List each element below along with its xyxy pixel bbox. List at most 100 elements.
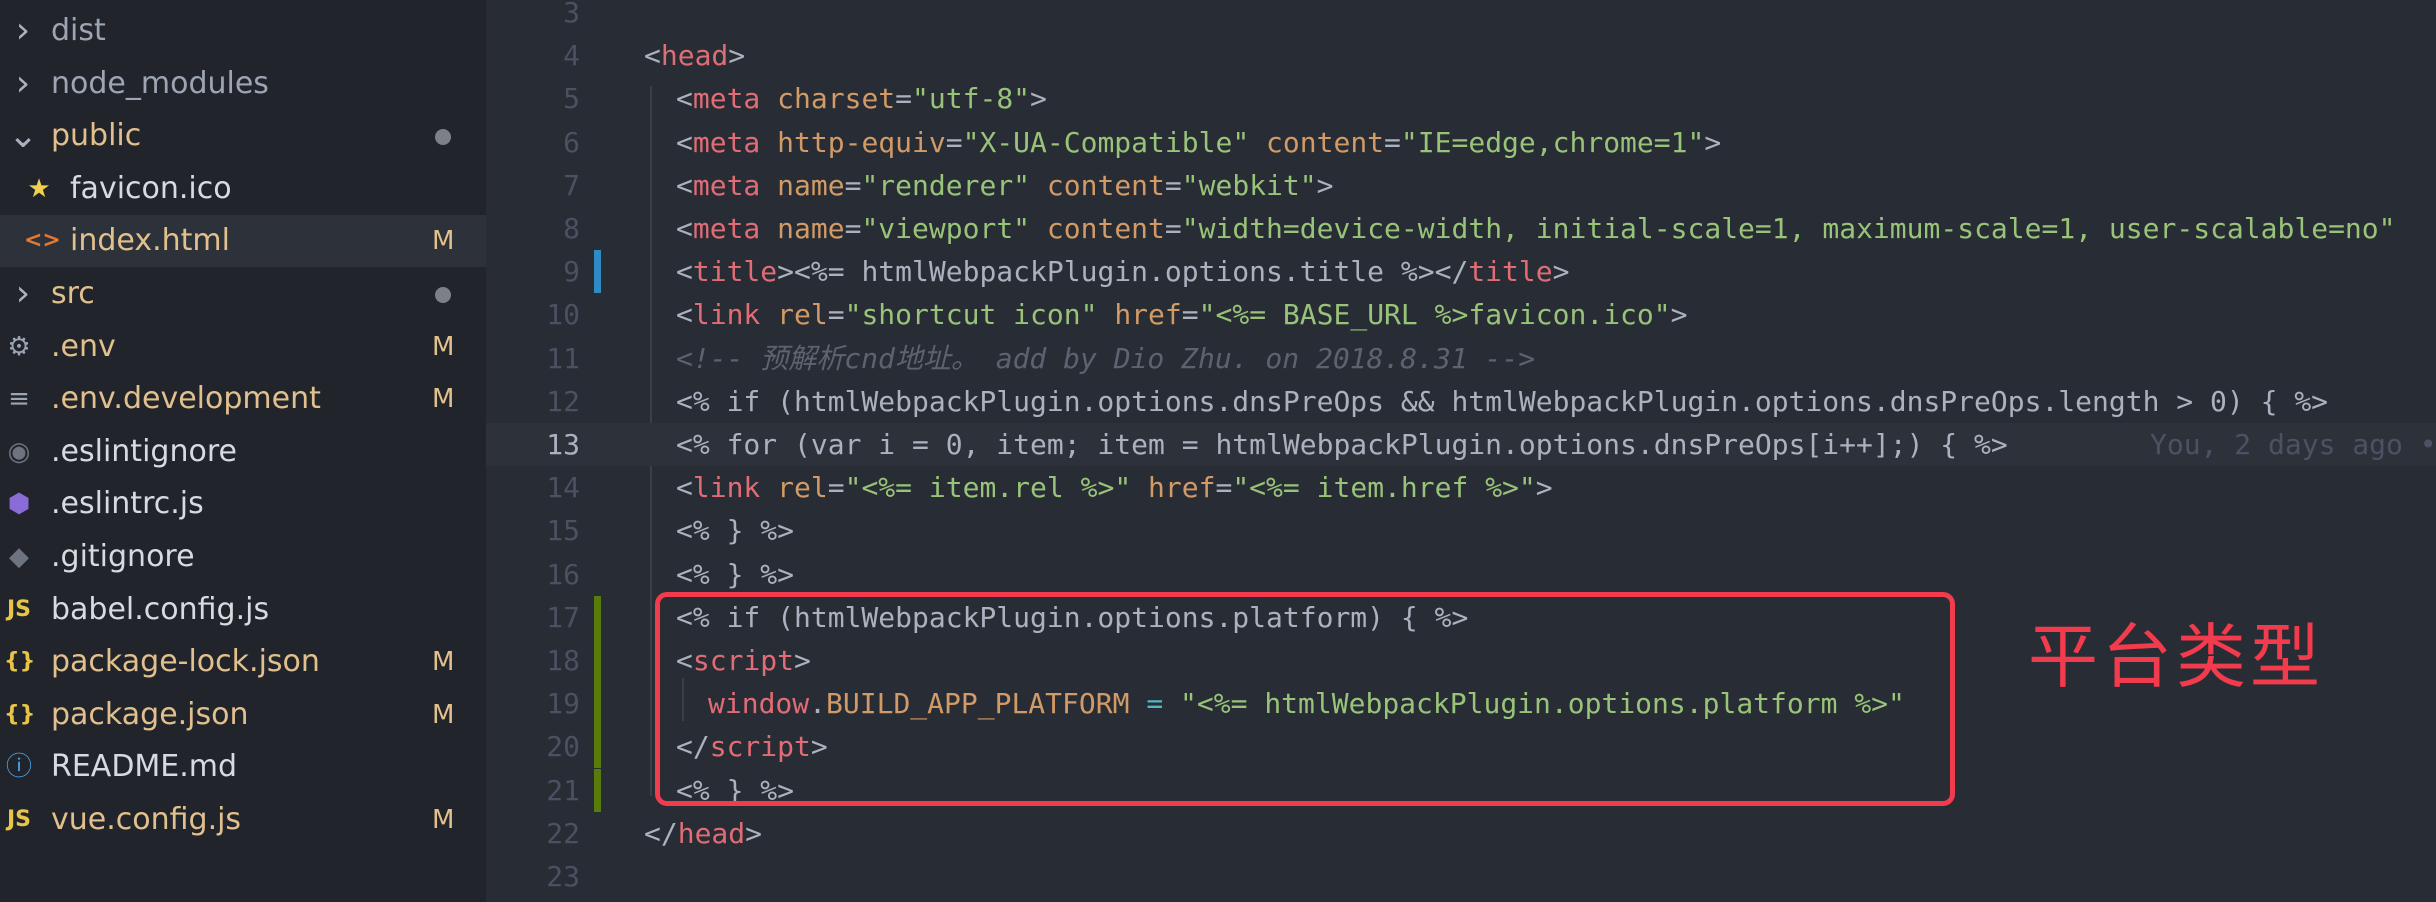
explorer-item-label: .eslintrc.js — [51, 486, 204, 522]
git-change-indicator[interactable] — [594, 725, 601, 769]
line-number: 11 — [546, 341, 580, 375]
code-line[interactable]: 8 <meta name="viewport" content="width=de… — [486, 207, 2436, 250]
code-token: "<%= item.href %>" — [1232, 471, 1536, 505]
code-token: = — [844, 212, 862, 245]
code-line[interactable]: 11 <!-- 预解析cnd地址。 add by Dio Zhu. on 2018… — [486, 337, 2436, 380]
line-number: 19 — [546, 687, 580, 721]
code-token: > — [745, 816, 763, 850]
code-line[interactable]: 22 </head> — [486, 812, 2436, 855]
code-token: </ — [644, 816, 678, 850]
explorer-folder[interactable]: › node_modules — [0, 58, 486, 110]
explorer-file[interactable]: ⚙ .env M — [0, 321, 486, 373]
code-line[interactable]: 7 <meta name="renderer" content="webkit"> — [486, 164, 2436, 207]
explorer-item-label: babel.config.js — [51, 591, 270, 627]
explorer-file[interactable]: JS babel.config.js — [0, 584, 486, 636]
code-line[interactable]: 4 <head> — [486, 34, 2436, 77]
code-token: > — [1535, 471, 1553, 505]
code-line[interactable]: 15 <% } %> — [486, 509, 2436, 552]
code-token: head — [660, 39, 729, 73]
explorer-file[interactable]: JS vue.config.js M — [0, 794, 486, 846]
git-change-indicator[interactable] — [594, 250, 601, 294]
line-number: 16 — [546, 557, 580, 591]
explorer-item-label: src — [51, 276, 95, 311]
git-modified-badge: M — [432, 699, 455, 730]
code-line[interactable]: 10 <link rel="shortcut icon" href="<%= BA… — [486, 293, 2436, 336]
explorer-file[interactable]: ⓘ README.md — [0, 741, 486, 793]
explorer-file[interactable]: ≡ .env.development M — [0, 373, 486, 425]
explorer-file[interactable]: ★ favicon.ico — [0, 163, 486, 215]
explorer-file[interactable]: ◉ .eslintignore — [0, 426, 486, 478]
annotation-label: 平台类型 — [2028, 616, 2324, 698]
git-icon: ◆ — [9, 542, 29, 572]
line-number: 17 — [546, 600, 580, 634]
code-line[interactable]: 3 — [486, 0, 2436, 34]
code-token: < — [676, 125, 693, 159]
line-number: 13 — [546, 428, 580, 461]
explorer-file[interactable]: ⬢ .eslintrc.js — [0, 478, 486, 530]
code-text: <% } %> — [676, 509, 794, 552]
code-token: < — [676, 298, 693, 332]
explorer-item-label: package.json — [51, 696, 249, 732]
line-number: 8 — [563, 212, 580, 245]
line-number: 20 — [546, 730, 580, 764]
code-token: name — [777, 168, 845, 202]
line-number: 9 — [563, 255, 580, 289]
json-icon: {} — [4, 701, 36, 727]
code-token: <% for (var i = 0, item; item = htmlWebp… — [676, 428, 2008, 461]
explorer-file[interactable]: <> index.html M — [0, 215, 486, 268]
code-token: </ — [1434, 255, 1469, 289]
code-token: = — [945, 125, 963, 159]
code-token: <% } %> — [676, 557, 795, 591]
line-number: 22 — [546, 816, 580, 850]
explorer-file[interactable]: ◆ .gitignore — [0, 531, 486, 583]
chevron-right-icon[interactable]: › — [8, 268, 38, 320]
code-line[interactable]: 23 — [486, 855, 2436, 898]
line-number: 3 — [563, 0, 580, 29]
explorer-folder[interactable]: ⌄ public — [0, 110, 486, 162]
code-token: rel — [777, 298, 828, 332]
chevron-right-icon[interactable]: › — [8, 5, 38, 57]
code-line[interactable]: 14 <link rel="<%= item.rel %>" href="<%= … — [486, 466, 2436, 509]
code-token: "renderer" — [861, 168, 1031, 202]
git-modified-badge: M — [432, 647, 455, 678]
code-text: <meta http-equiv="X-UA-Compatible" conte… — [676, 121, 1721, 164]
code-line[interactable]: 13 <% for (var i = 0, item; item = htmlWe… — [486, 423, 2436, 466]
git-change-indicator[interactable] — [594, 595, 601, 639]
code-token: <% } %> — [676, 514, 795, 548]
git-change-indicator[interactable] — [594, 682, 601, 726]
code-line[interactable]: 6 <meta http-equiv="X-UA-Compatible" cont… — [486, 121, 2436, 164]
explorer-file[interactable]: {} package.json M — [0, 689, 486, 741]
code-line[interactable]: 16 <% } %> — [486, 553, 2436, 596]
explorer-folder[interactable]: › src — [0, 268, 486, 320]
code-line[interactable]: 12 <% if (htmlWebpackPlugin.options.dnsPr… — [486, 380, 2436, 423]
line-number: 4 — [563, 39, 580, 73]
code-token: = — [1164, 212, 1182, 245]
code-token: meta — [692, 212, 761, 245]
code-token: = — [827, 298, 845, 332]
code-token: <%= htmlWebpackPlugin.options.title %> — [794, 255, 1435, 289]
explorer-folder[interactable]: › dist — [0, 5, 486, 57]
chevron-down-icon[interactable]: ⌄ — [8, 110, 38, 162]
star-icon: ★ — [27, 173, 51, 204]
code-token: <% if (htmlWebpackPlugin.options.dnsPreO… — [676, 384, 2329, 418]
code-token: = — [844, 168, 862, 202]
chevron-right-icon[interactable]: › — [8, 58, 38, 110]
code-token: > — [1670, 298, 1688, 332]
line-number: 5 — [563, 82, 580, 116]
code-token: href — [1148, 471, 1216, 505]
git-change-indicator[interactable] — [594, 639, 601, 682]
code-line[interactable]: 5 <meta charset="utf-8"> — [486, 77, 2436, 120]
explorer-item-label: index.html — [70, 223, 230, 259]
code-token: < — [676, 168, 693, 202]
code-line[interactable]: 9 <title><%= htmlWebpackPlugin.options.ti… — [486, 250, 2436, 294]
explorer-file[interactable]: {} package-lock.json M — [0, 636, 486, 688]
git-blame-annotation: You, 2 days ago • — [2150, 428, 2436, 461]
code-token: meta — [692, 168, 761, 202]
code-token: content — [1046, 168, 1165, 202]
git-change-indicator[interactable] — [594, 768, 601, 812]
